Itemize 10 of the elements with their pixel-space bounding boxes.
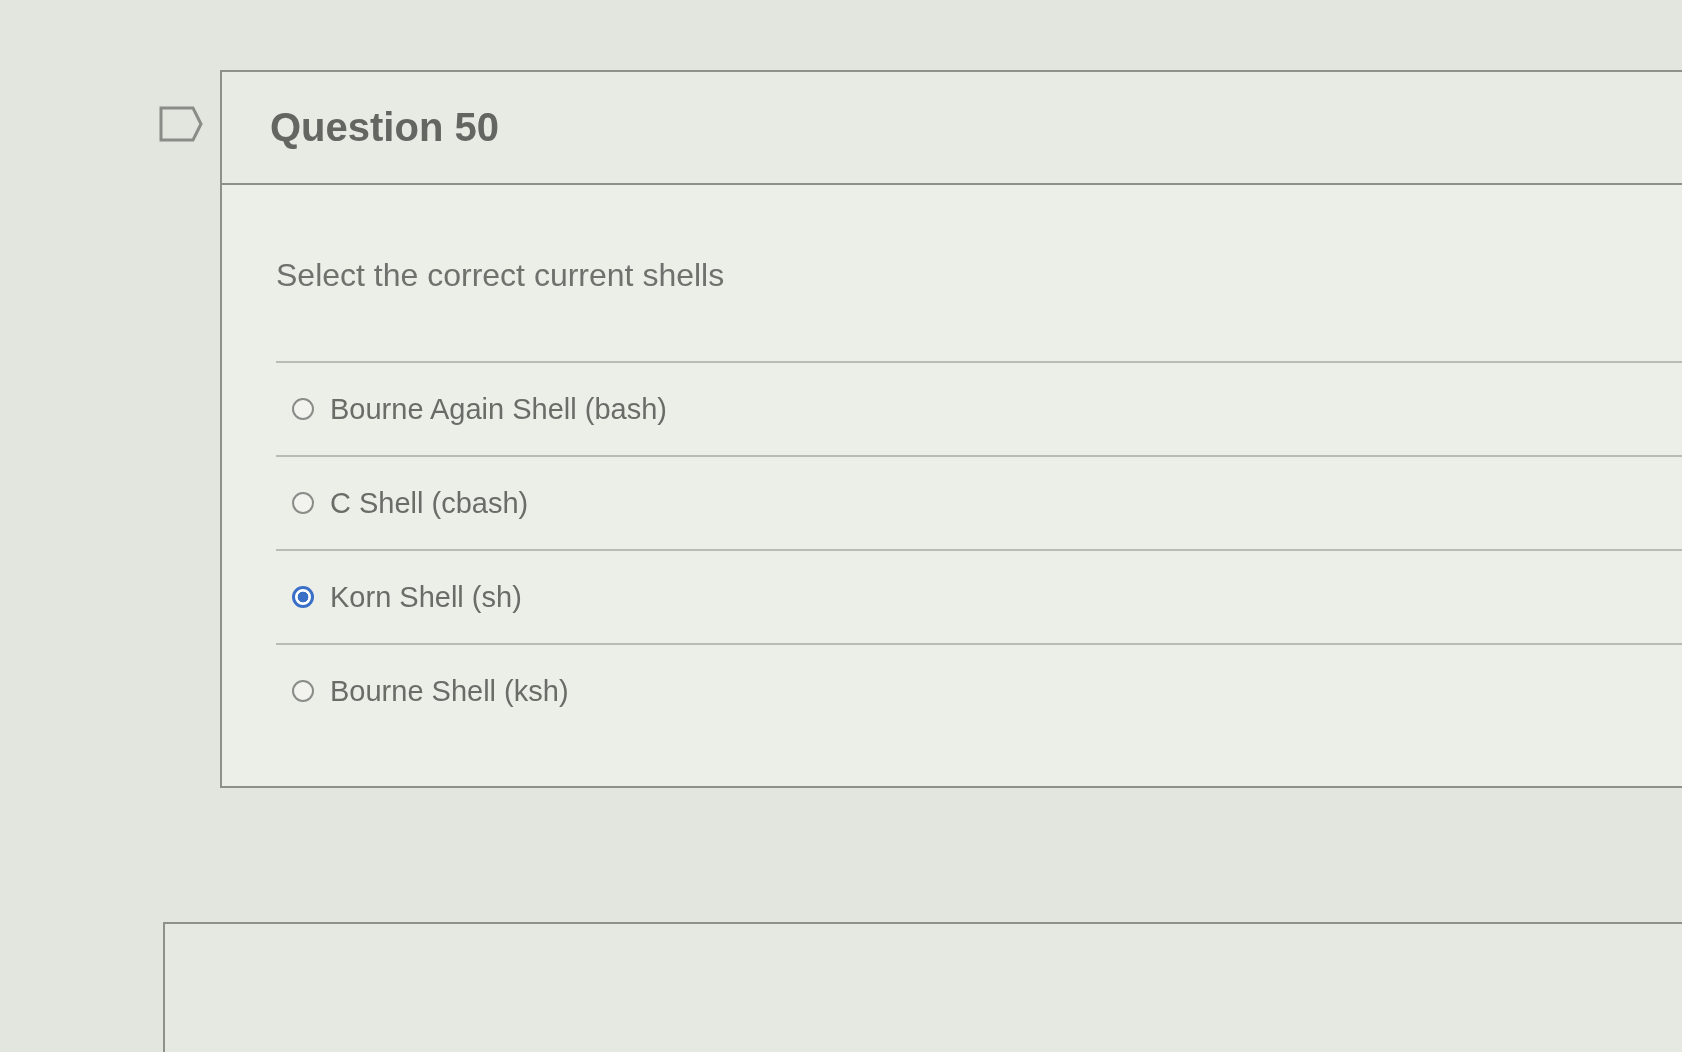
answer-option[interactable]: Korn Shell (sh) <box>276 551 1682 645</box>
radio-button[interactable] <box>292 586 314 608</box>
question-title: Question 50 <box>270 105 499 150</box>
answer-option[interactable]: Bourne Shell (ksh) <box>276 645 1682 737</box>
answer-option[interactable]: C Shell (cbash) <box>276 457 1682 551</box>
question-prompt: Select the correct current shells <box>276 256 726 295</box>
radio-button[interactable] <box>292 492 314 514</box>
radio-button[interactable] <box>292 680 314 702</box>
answer-option[interactable]: Bourne Again Shell (bash) <box>276 363 1682 457</box>
radio-button[interactable] <box>292 398 314 420</box>
